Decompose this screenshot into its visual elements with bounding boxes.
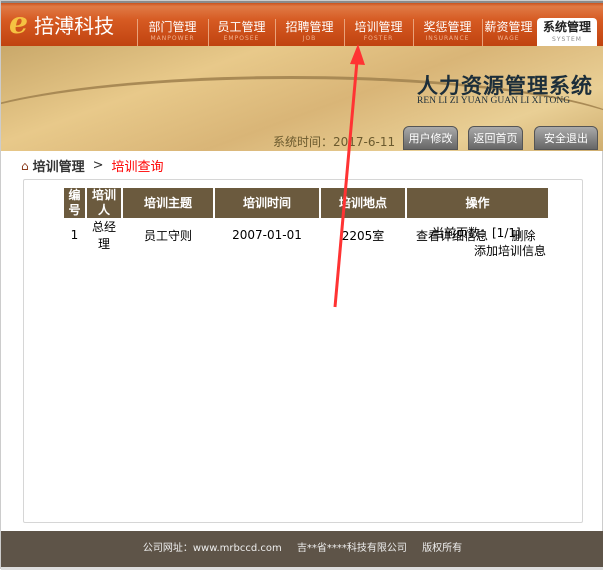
col-actions: 操作 [407, 188, 548, 218]
logo-icon: e [9, 6, 29, 41]
col-topic: 培训主题 [123, 188, 213, 218]
nav-training[interactable]: 培训管理 FOSTER [344, 19, 412, 47]
col-time: 培训时间 [215, 188, 319, 218]
nav-label: 招聘管理 [285, 20, 334, 34]
nav-sublabel: SYSTEM [552, 36, 582, 43]
nav-sublabel: WAGE [497, 35, 520, 42]
system-subtitle: REN LI ZI YUAN GUAN LI XI TONG [417, 96, 571, 106]
nav-label: 员工管理 [217, 20, 266, 34]
cell-id: 1 [70, 228, 79, 242]
cell-place: 2205室 [341, 228, 385, 243]
nav-label: 薪资管理 [484, 20, 533, 34]
footer-company: 吉**省****科技有限公司 [296, 543, 407, 554]
logo: e 掊溥科技 [9, 9, 114, 39]
system-time: 系统时间：2017-6-11 [273, 135, 396, 149]
nav-label: 系统管理 [542, 20, 591, 34]
content-panel: 编号 培训人 培训主题 培训时间 培训地点 操作 1 总经理 员工守则 2007… [23, 179, 583, 523]
nav-rewards[interactable]: 奖惩管理 INSURANCE [413, 19, 481, 47]
col-place: 培训地点 [321, 188, 405, 218]
nav-sublabel: FOSTER [363, 35, 394, 42]
home-button[interactable]: 返回首页 [468, 126, 523, 150]
footer: 公司网址：www.mrbccd.com 吉**省****科技有限公司 版权所有 [1, 531, 603, 567]
cell-time: 2007-01-01 [232, 228, 302, 242]
breadcrumb-parent[interactable]: 培训管理 [33, 156, 85, 175]
banner: 人力资源管理系统 REN LI ZI YUAN GUAN LI XI TONG … [1, 46, 603, 151]
nav-sublabel: MANPOWER [150, 35, 195, 42]
footer-site: 公司网址：www.mrbccd.com [142, 543, 282, 554]
page-indicator: 当前页数：[1/1] [432, 226, 521, 240]
nav-sublabel: INSURANCE [425, 35, 470, 42]
add-training-link[interactable]: 添加培训信息 [474, 242, 546, 259]
logo-title: 掊溥科技 [34, 13, 115, 38]
cell-person: 总经理 [91, 220, 116, 251]
col-id: 编号 [64, 188, 85, 218]
col-person: 培训人 [87, 188, 121, 218]
nav-sublabel: JOB [302, 35, 317, 42]
nav-label: 部门管理 [148, 20, 197, 34]
table-header: 编号 培训人 培训主题 培训时间 培训地点 操作 [64, 188, 548, 218]
edit-user-button[interactable]: 用户修改 [403, 126, 458, 150]
nav-recruit[interactable]: 招聘管理 JOB [275, 19, 343, 47]
cell-topic: 员工守则 [143, 228, 192, 243]
nav-label: 奖惩管理 [423, 20, 472, 34]
nav-wage[interactable]: 薪资管理 WAGE [482, 19, 534, 47]
breadcrumb-separator: > [92, 158, 104, 173]
nav-employee[interactable]: 员工管理 EMPOSEE [208, 19, 274, 47]
nav-label: 培训管理 [354, 20, 403, 34]
nav-sublabel: EMPOSEE [223, 35, 260, 42]
home-icon: ⌂ [21, 158, 29, 173]
logout-button[interactable]: 安全退出 [534, 126, 598, 150]
breadcrumb-current: 培训查询 [111, 160, 164, 175]
top-nav: e 掊溥科技 部门管理 MANPOWER 员工管理 EMPOSEE 招聘管理 JOB … [1, 1, 603, 48]
nav-system[interactable]: 系统管理 SYSTEM [537, 18, 597, 48]
footer-rights: 版权所有 [422, 543, 463, 554]
nav-department[interactable]: 部门管理 MANPOWER [137, 19, 207, 47]
breadcrumb: ⌂ 培训管理 > 培训查询 [21, 156, 164, 175]
